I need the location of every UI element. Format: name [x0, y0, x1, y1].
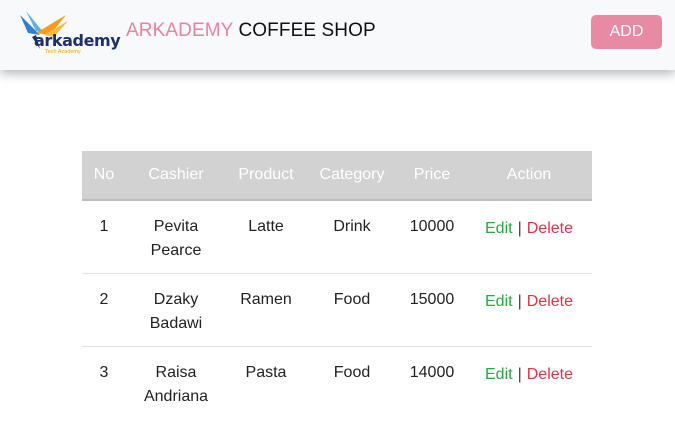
delete-link[interactable]: Delete — [527, 293, 573, 310]
delete-link[interactable]: Delete — [527, 366, 573, 383]
cell-category: Food — [333, 364, 371, 381]
cashier-last-name: Pearce — [150, 242, 202, 259]
shop-title-suffix: COFFEE SHOP — [238, 20, 376, 41]
edit-link[interactable]: Edit — [485, 293, 513, 310]
column-header-no: No — [93, 166, 115, 183]
edit-link[interactable]: Edit — [485, 366, 513, 383]
shop-title: ARKADEMY COFFEE SHOP — [126, 20, 376, 42]
cell-no: 2 — [99, 291, 109, 308]
column-header-cashier: Cashier — [148, 166, 204, 183]
cashier-first-name: Pevita — [153, 218, 199, 235]
edit-link[interactable]: Edit — [485, 220, 513, 237]
action-separator: | — [517, 366, 522, 383]
delete-link[interactable]: Delete — [527, 220, 573, 237]
cell-price: 15000 — [409, 291, 455, 308]
cell-no: 3 — [99, 364, 109, 381]
cell-action: Edit | Delete — [466, 347, 592, 419]
cell-category: Food — [333, 291, 371, 308]
cell-cashier: Pevita Pearce — [126, 201, 226, 273]
top-navbar: arkademy Tech Academy ARKADEMY COFFEE SH… — [0, 0, 675, 70]
cell-price: 14000 — [409, 364, 455, 381]
cashier-last-name: Andriana — [143, 388, 209, 405]
cell-product: Pasta — [245, 364, 287, 381]
cashier-last-name: Badawi — [149, 315, 203, 332]
column-header-product: Product — [238, 166, 294, 183]
logo-tagline: Tech Academy — [45, 49, 81, 55]
column-header-price: Price — [413, 166, 451, 183]
action-separator: | — [517, 220, 522, 237]
logo-wordmark: arkademy — [34, 31, 121, 50]
arkademy-logo[interactable]: arkademy Tech Academy — [10, 9, 121, 59]
cell-action: Edit | Delete — [466, 201, 592, 273]
column-header-category: Category — [319, 166, 385, 183]
table-row: 1 Pevita Pearce Latte Drink 10000 Edit | D… — [82, 201, 592, 274]
cell-cashier: Dzaky Badawi — [126, 274, 226, 346]
action-separator: | — [517, 293, 522, 310]
cell-no: 1 — [99, 218, 109, 235]
add-button[interactable]: ADD — [591, 15, 662, 49]
cell-product: Ramen — [240, 291, 292, 308]
shop-title-brand: ARKADEMY — [126, 20, 234, 41]
cell-cashier: Raisa Andriana — [126, 347, 226, 419]
table-row: 3 Raisa Andriana Pasta Food 14000 Edit | D… — [82, 347, 592, 419]
cell-action: Edit | Delete — [466, 274, 592, 346]
cell-price: 10000 — [409, 218, 455, 235]
table-row: 2 Dzaky Badawi Ramen Food 15000 Edit | Del… — [82, 274, 592, 347]
orders-table: No Cashier Product Category Price Action… — [82, 151, 592, 419]
cashier-first-name: Dzaky — [153, 291, 199, 308]
cell-product: Latte — [248, 218, 284, 235]
column-header-action: Action — [506, 166, 552, 183]
cell-category: Drink — [333, 218, 371, 235]
table-header: No Cashier Product Category Price Action — [82, 151, 592, 201]
cashier-first-name: Raisa — [155, 364, 197, 381]
